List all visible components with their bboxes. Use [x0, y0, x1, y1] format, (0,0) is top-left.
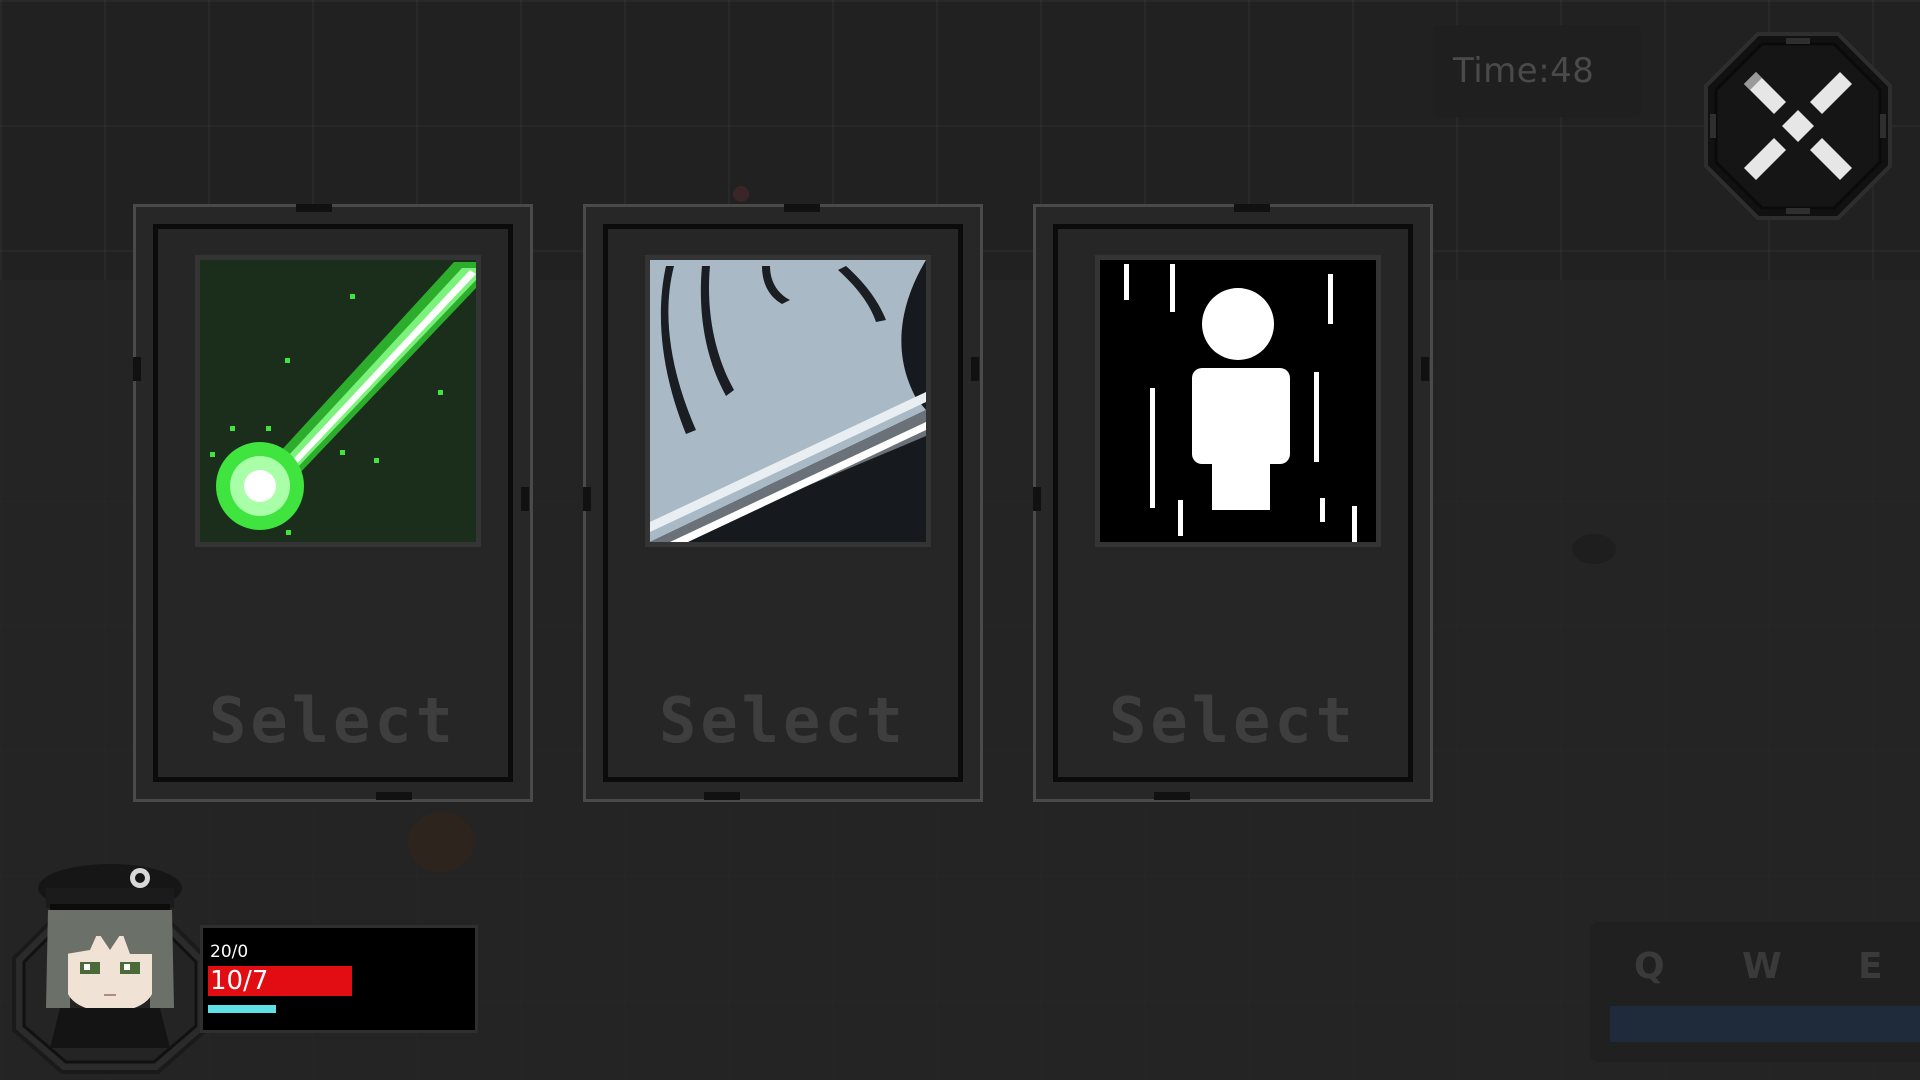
card-notch [1421, 357, 1429, 381]
background-red-spark [733, 186, 749, 202]
player-portrait [10, 858, 210, 1074]
card-art [1095, 255, 1381, 547]
card-notch [1033, 487, 1041, 511]
card-body: Select [153, 224, 513, 782]
upgrade-card-3[interactable]: Select [1033, 204, 1433, 802]
card-notch [784, 204, 820, 212]
card-art [195, 255, 481, 547]
character-avatar [12, 864, 208, 1074]
card-body: Select [603, 224, 963, 782]
skill-key-q[interactable]: Q [1634, 946, 1665, 987]
card-notch [296, 204, 332, 212]
skill-key-w[interactable]: W [1742, 946, 1782, 987]
card-notch [704, 792, 740, 800]
select-button[interactable]: Select [158, 684, 508, 757]
steel-blade-icon [650, 260, 926, 542]
green-laser-beam-icon [200, 260, 476, 542]
close-x-icon [1704, 32, 1892, 220]
card-art [645, 255, 931, 547]
close-button[interactable] [1700, 28, 1896, 224]
select-button[interactable]: Select [608, 684, 958, 757]
health-text: 10/7 [210, 966, 269, 996]
card-body: Select [1053, 224, 1413, 782]
upgrade-card-2[interactable]: Select [583, 204, 983, 802]
card-notch [376, 792, 412, 800]
card-notch [971, 357, 979, 381]
skill-cooldown-bar [1610, 1006, 1920, 1042]
upgrade-card-1[interactable]: Select [133, 204, 533, 802]
background-orange-blob [408, 812, 474, 872]
game-scene: Time:48 Select Select Select 20/0 10/7 Q… [0, 0, 1920, 1080]
skill-key-e[interactable]: E [1858, 946, 1883, 987]
time-counter: Time:48 [1433, 25, 1641, 117]
card-notch [1154, 792, 1190, 800]
experience-bar [208, 1005, 276, 1013]
card-notch [133, 357, 141, 381]
card-notch [521, 487, 529, 511]
card-notch [1234, 204, 1270, 212]
white-silhouette-figure-icon [1100, 260, 1376, 542]
mana-text: 20/0 [210, 942, 249, 962]
card-notch [583, 487, 591, 511]
select-button[interactable]: Select [1058, 684, 1408, 757]
background-enemy-blob [1572, 534, 1616, 564]
